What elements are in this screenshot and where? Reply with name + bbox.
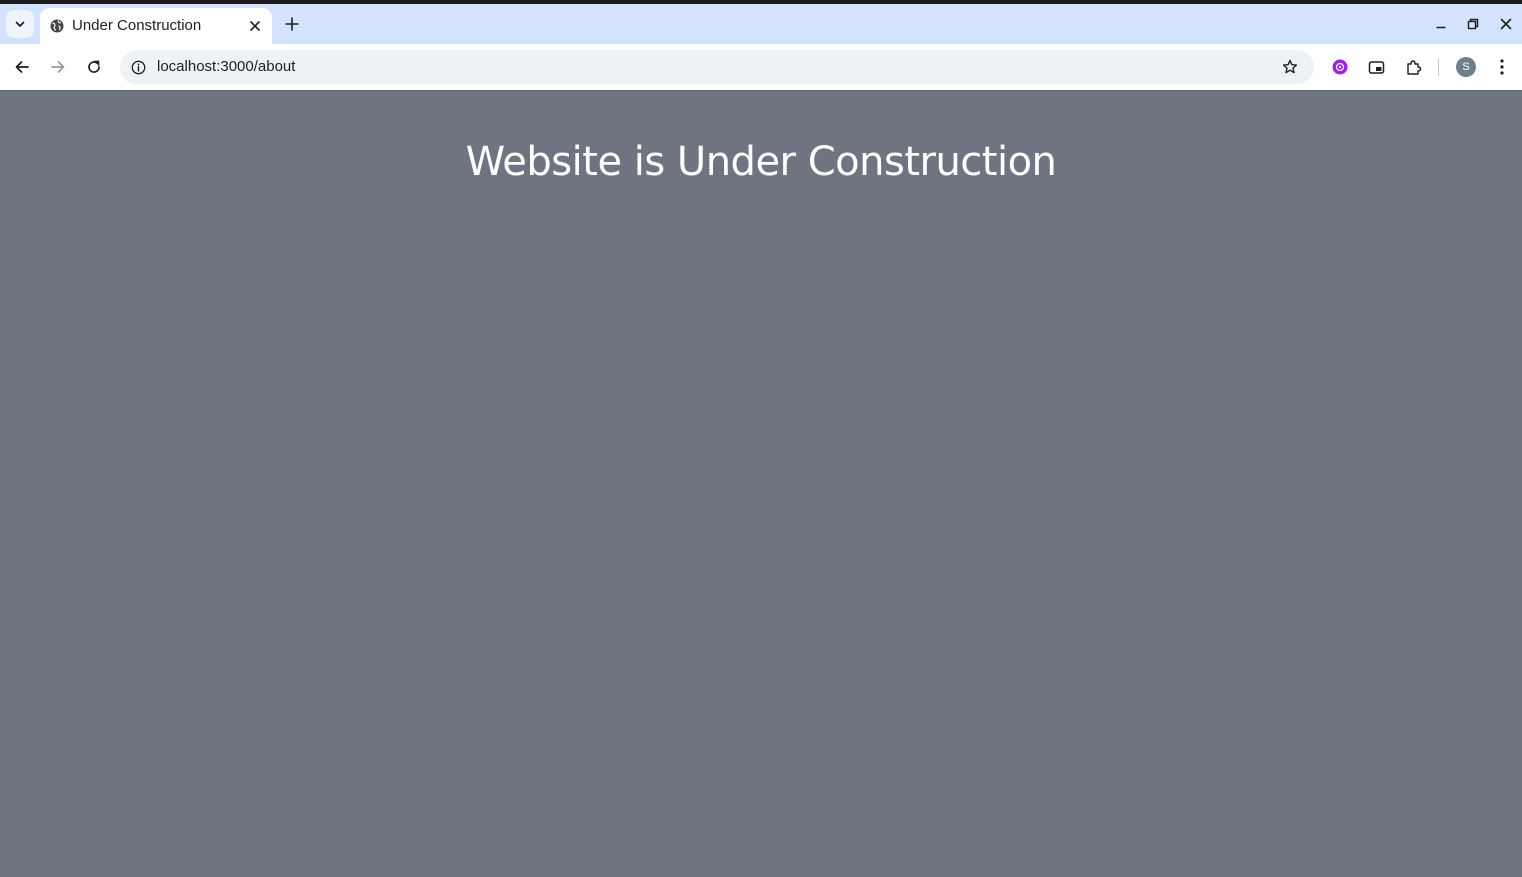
more-vertical-icon (1500, 59, 1504, 75)
star-icon (1282, 59, 1298, 74)
bookmark-button[interactable] (1280, 57, 1300, 77)
plus-icon (285, 17, 299, 31)
restore-icon (1467, 18, 1479, 30)
restore-button[interactable] (1462, 13, 1484, 35)
arrow-left-icon (15, 61, 29, 73)
page-heading: Website is Under Construction (465, 139, 1057, 185)
minimize-icon (1436, 26, 1446, 29)
arrow-right-icon (51, 61, 65, 73)
profile-avatar[interactable]: S (1456, 57, 1476, 77)
close-icon (250, 21, 260, 31)
extension-button[interactable] (1328, 55, 1352, 79)
active-tab[interactable]: Under Construction (40, 8, 272, 44)
tab-search-button[interactable] (6, 10, 34, 38)
chevron-down-icon (15, 21, 25, 27)
picture-in-picture-icon (1368, 60, 1384, 74)
reload-icon (88, 60, 100, 73)
page-content: Website is Under Construction (0, 90, 1522, 877)
navigation-toolbar: localhost:3000/about S (0, 44, 1522, 90)
new-tab-button[interactable] (282, 14, 302, 34)
puzzle-icon (1406, 59, 1421, 75)
picture-in-picture-button[interactable] (1364, 55, 1388, 79)
close-icon (1500, 18, 1512, 30)
browser-menu-button[interactable] (1490, 55, 1514, 79)
close-window-button[interactable] (1495, 13, 1517, 35)
site-info-button[interactable] (129, 58, 147, 76)
globe-icon (50, 19, 64, 33)
extensions-menu-button[interactable] (1401, 55, 1425, 79)
url-text[interactable]: localhost:3000/about (157, 58, 295, 75)
toolbar-divider (1438, 58, 1439, 76)
tab-title: Under Construction (72, 17, 202, 34)
info-icon (131, 60, 145, 74)
back-button[interactable] (10, 55, 34, 79)
tab-close-button[interactable] (246, 17, 264, 35)
forward-button[interactable] (46, 55, 70, 79)
extension-icon (1332, 59, 1348, 75)
address-bar[interactable]: localhost:3000/about (120, 50, 1314, 84)
minimize-button[interactable] (1430, 13, 1452, 35)
browser-window: Under Construction localhost:3000/about … (0, 0, 1522, 877)
reload-button[interactable] (82, 55, 106, 79)
tab-strip: Under Construction (0, 4, 1522, 44)
